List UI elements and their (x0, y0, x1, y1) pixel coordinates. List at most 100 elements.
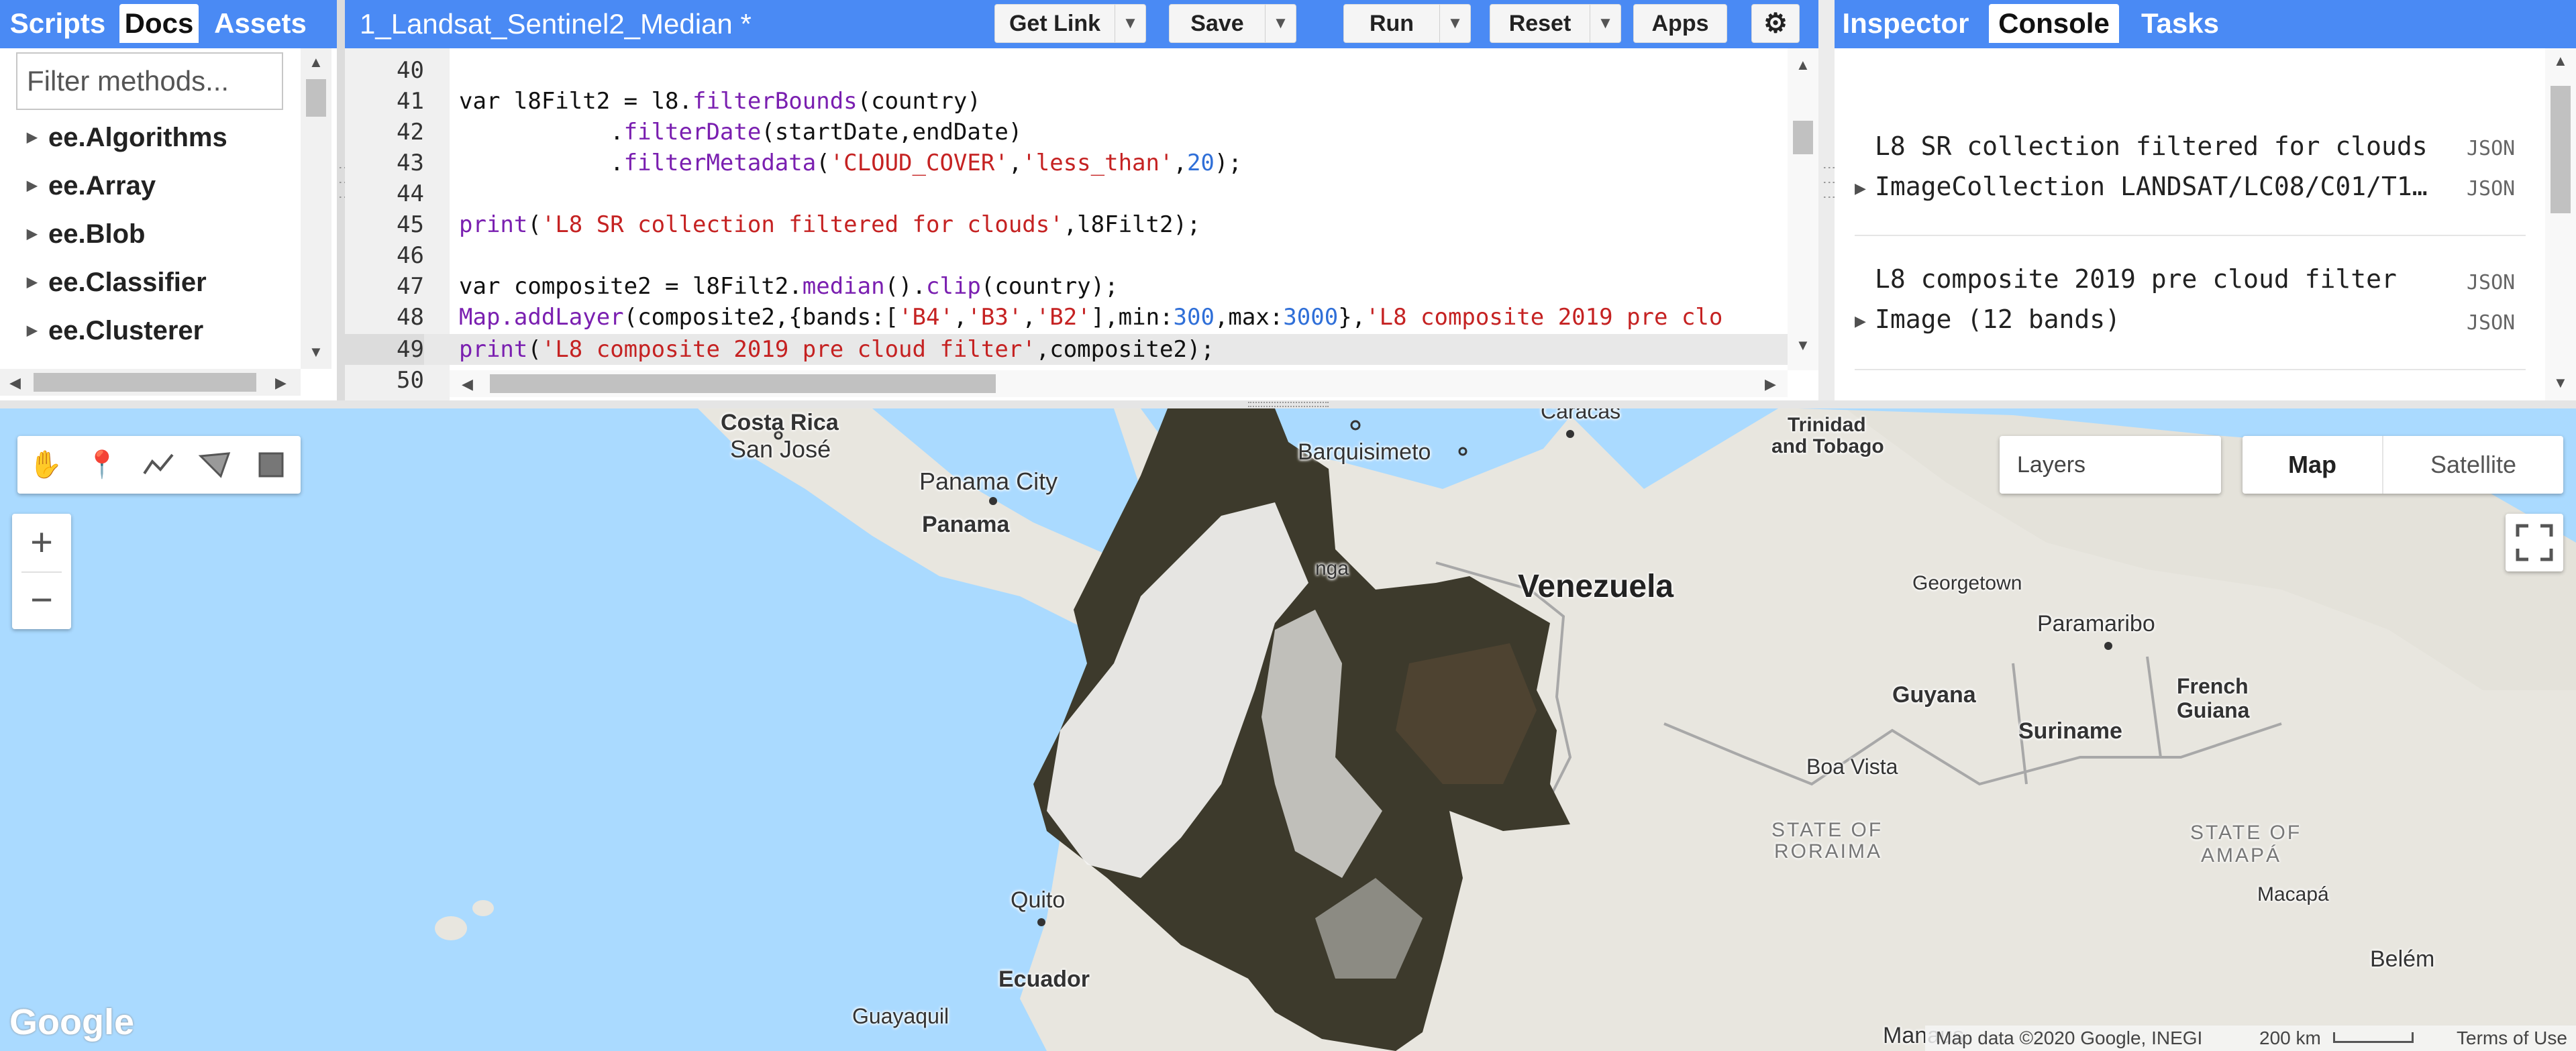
zoom-control: + − (12, 514, 71, 629)
json-toggle[interactable]: JSON (2467, 137, 2515, 160)
scroll-thumb[interactable] (490, 374, 996, 393)
zoom-in-button[interactable]: + (12, 514, 71, 571)
polygon-icon[interactable] (196, 447, 234, 483)
chevron-down-icon[interactable]: ▼ (1439, 5, 1470, 42)
map-label-roraima-2: RORAIMA (1774, 840, 1883, 863)
console-entry-detail[interactable]: Image (12 bands) (1875, 305, 2120, 334)
tab-scripts[interactable]: Scripts (4, 4, 111, 43)
scroll-right-arrow-icon[interactable]: ▶ (1765, 376, 1776, 393)
editor-vertical-scrollbar[interactable]: ▲ ▼ (1788, 48, 1818, 370)
json-toggle[interactable]: JSON (2467, 311, 2515, 335)
scroll-thumb[interactable] (306, 79, 326, 117)
chevron-down-icon[interactable]: ▼ (1590, 5, 1620, 42)
code-line[interactable]: print('L8 composite 2019 pre cloud filte… (459, 334, 1215, 365)
map-canvas[interactable] (0, 408, 2576, 1051)
layers-label: Layers (2017, 452, 2086, 478)
right-tabbar: Inspector Console Tasks (1835, 0, 2576, 48)
scroll-thumb[interactable] (2551, 86, 2571, 213)
map-type-map[interactable]: Map (2243, 436, 2382, 494)
right-splitter[interactable]: ⋮⋮⋮ (1818, 0, 1837, 400)
docs-horizontal-scrollbar[interactable]: ◀ ▶ (0, 369, 301, 396)
line-number: 44 (397, 180, 424, 207)
splitter-grip-icon[interactable] (1248, 402, 1329, 407)
tab-assets[interactable]: Assets (207, 4, 314, 43)
point-icon[interactable]: 📍 (83, 447, 121, 483)
map-label-paramaribo: Paramaribo (2037, 611, 2155, 637)
tab-console[interactable]: Console (1989, 4, 2119, 43)
console-entry-title: L8 SR collection filtered for clouds (1875, 131, 2428, 161)
fullscreen-button[interactable] (2506, 514, 2563, 571)
scroll-left-arrow-icon[interactable]: ◀ (9, 374, 21, 392)
map-label-nga: nga (1315, 557, 1349, 579)
expand-triangle-icon[interactable]: ▶ (1855, 313, 1866, 330)
map-label-amapa-2: AMAPÁ (2201, 844, 2282, 867)
code-line[interactable]: .filterMetadata('CLOUD_COVER','less_than… (459, 148, 1242, 178)
map-view[interactable]: Costa Rica San José Panama City Panama B… (0, 408, 2576, 1051)
console-entry-detail[interactable]: ImageCollection LANDSAT/LC08/C01/T1… (1875, 172, 2428, 201)
map-label-ecuador: Ecuador (998, 966, 1090, 992)
code-line[interactable]: Map.addLayer(composite2,{bands:['B4','B3… (459, 302, 1722, 333)
code-line[interactable]: print('L8 SR collection filtered for clo… (459, 209, 1200, 240)
expand-triangle-icon: ▶ (27, 130, 38, 145)
scale-bar-graphic (2333, 1032, 2414, 1043)
code-line[interactable]: var l8Filt2 = l8.filterBounds(country) (459, 86, 981, 117)
map-attribution: Map data ©2020 Google, INEGI (1936, 1028, 2203, 1048)
editor-horizontal-scrollbar[interactable]: ◀ ▶ (450, 370, 1788, 397)
map-label-boa-vista: Boa Vista (1806, 755, 1898, 779)
json-toggle[interactable]: JSON (2467, 271, 2515, 294)
city-dot-quito (1037, 918, 1045, 926)
left-splitter[interactable]: ⋮⋮⋮ (337, 0, 352, 400)
tab-tasks[interactable]: Tasks (2130, 4, 2230, 43)
chevron-down-icon[interactable]: ▼ (1115, 5, 1145, 42)
tab-docs[interactable]: Docs (119, 4, 199, 43)
hand-icon[interactable]: ✋ (27, 447, 64, 483)
code-line[interactable]: .filterDate(startDate,endDate) (459, 117, 1022, 148)
get-link-button[interactable]: Get Link ▼ (994, 4, 1146, 43)
run-button[interactable]: Run ▼ (1343, 4, 1471, 43)
line-number: 50 (397, 367, 424, 394)
line-icon[interactable] (140, 447, 177, 483)
scroll-up-arrow-icon[interactable]: ▲ (1796, 56, 1810, 74)
city-dot-paramaribo (2104, 642, 2112, 650)
apps-button[interactable]: Apps (1633, 4, 1727, 43)
line-number: 48 (397, 304, 424, 331)
city-dot-panama (989, 497, 997, 505)
reset-button[interactable]: Reset ▼ (1490, 4, 1621, 43)
console-vertical-scrollbar[interactable]: ▲ ▼ (2545, 48, 2576, 400)
docs-vertical-scrollbar[interactable]: ▲ ▼ (301, 48, 331, 369)
chevron-down-icon[interactable]: ▼ (1265, 5, 1296, 42)
scroll-up-arrow-icon[interactable]: ▲ (309, 54, 323, 71)
map-label-and-tobago: and Tobago (1771, 435, 1884, 457)
map-attribution-bar: Map data ©2020 Google, INEGI 200 km Term… (1925, 1026, 2576, 1051)
scroll-down-arrow-icon[interactable]: ▼ (309, 343, 323, 361)
json-toggle[interactable]: JSON (2467, 177, 2515, 201)
map-type-satellite[interactable]: Satellite (2382, 436, 2563, 494)
rectangle-icon[interactable] (252, 447, 290, 483)
scroll-down-arrow-icon[interactable]: ▼ (2553, 374, 2568, 392)
map-type-toggle: Map Satellite (2243, 436, 2563, 494)
line-number: 42 (397, 119, 424, 146)
map-label-panama: Panama (922, 512, 1010, 537)
settings-gear-icon[interactable]: ⚙ (1751, 4, 1800, 43)
line-number: 40 (397, 57, 424, 84)
scroll-thumb[interactable] (1793, 121, 1813, 154)
script-file-title: 1_Landsat_Sentinel2_Median * (360, 8, 752, 40)
scroll-left-arrow-icon[interactable]: ◀ (462, 376, 473, 393)
scroll-down-arrow-icon[interactable]: ▼ (1796, 337, 1810, 354)
map-label-guayaquil: Guayaquil (852, 1004, 949, 1028)
console-separator (1855, 235, 2526, 236)
console-separator (1855, 369, 2526, 370)
code-line[interactable]: var composite2 = l8Filt2.median().clip(c… (459, 271, 1119, 302)
tab-inspector[interactable]: Inspector (1839, 4, 1973, 43)
save-button[interactable]: Save ▼ (1169, 4, 1296, 43)
scroll-right-arrow-icon[interactable]: ▶ (275, 374, 287, 392)
terms-of-use-link[interactable]: Terms of Use (2457, 1026, 2567, 1051)
filter-methods-input[interactable]: Filter methods... (16, 52, 283, 110)
expand-triangle-icon[interactable]: ▶ (1855, 180, 1866, 197)
layers-dropdown[interactable]: Layers (2000, 436, 2221, 494)
scroll-up-arrow-icon[interactable]: ▲ (2553, 52, 2568, 70)
map-splitter[interactable] (0, 400, 2576, 408)
line-number: 46 (397, 242, 424, 269)
scroll-thumb[interactable] (34, 373, 256, 392)
zoom-out-button[interactable]: − (12, 571, 71, 629)
